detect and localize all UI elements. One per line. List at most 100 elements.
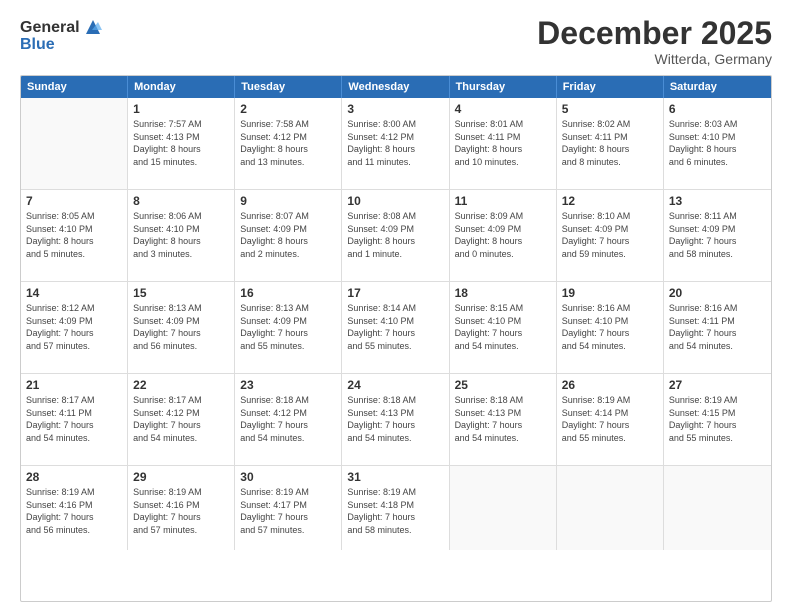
day-cell-23: 23 Sunrise: 8:18 AM Sunset: 4:12 PM Dayli…: [235, 374, 342, 465]
day-number: 15: [133, 286, 229, 300]
logo-icon: [82, 16, 104, 38]
day-cell-18: 18 Sunrise: 8:15 AM Sunset: 4:10 PM Dayli…: [450, 282, 557, 373]
day-cell-24: 24 Sunrise: 8:18 AM Sunset: 4:13 PM Dayli…: [342, 374, 449, 465]
day-number: 25: [455, 378, 551, 392]
day-info: Sunrise: 8:07 AM Sunset: 4:09 PM Dayligh…: [240, 210, 336, 260]
day-number: 17: [347, 286, 443, 300]
day-cell-3: 3 Sunrise: 8:00 AM Sunset: 4:12 PM Daylig…: [342, 98, 449, 189]
day-number: 14: [26, 286, 122, 300]
logo-blue-text: Blue: [20, 36, 104, 54]
day-cell-10: 10Sunrise: 8:08 AM Sunset: 4:09 PM Dayli…: [342, 190, 449, 281]
day-cell-13: 13 Sunrise: 8:11 AM Sunset: 4:09 PM Dayli…: [664, 190, 771, 281]
day-cell-14: 14 Sunrise: 8:12 AM Sunset: 4:09 PM Dayli…: [21, 282, 128, 373]
header: General Blue December 2025 Witterda, Ger…: [20, 16, 772, 67]
day-number: 18: [455, 286, 551, 300]
day-cell-21: 21Sunrise: 8:17 AM Sunset: 4:11 PM Dayli…: [21, 374, 128, 465]
day-number: 9: [240, 194, 336, 208]
day-info: Sunrise: 8:01 AM Sunset: 4:11 PM Dayligh…: [455, 118, 551, 168]
day-info: Sunrise: 8:17 AM Sunset: 4:12 PM Dayligh…: [133, 394, 229, 444]
day-cell-2: 2Sunrise: 7:58 AM Sunset: 4:12 PM Daylig…: [235, 98, 342, 189]
day-info: Sunrise: 8:18 AM Sunset: 4:12 PM Dayligh…: [240, 394, 336, 444]
day-cell-5: 5 Sunrise: 8:02 AM Sunset: 4:11 PM Daylig…: [557, 98, 664, 189]
day-cell-8: 8 Sunrise: 8:06 AM Sunset: 4:10 PM Daylig…: [128, 190, 235, 281]
logo-general-text: General: [20, 19, 80, 37]
day-cell-9: 9 Sunrise: 8:07 AM Sunset: 4:09 PM Daylig…: [235, 190, 342, 281]
day-cell-29: 29 Sunrise: 8:19 AM Sunset: 4:16 PM Dayli…: [128, 466, 235, 550]
empty-cell: [21, 98, 128, 189]
day-number: 4: [455, 102, 551, 116]
day-cell-7: 7Sunrise: 8:05 AM Sunset: 4:10 PM Daylig…: [21, 190, 128, 281]
day-info: Sunrise: 8:13 AM Sunset: 4:09 PM Dayligh…: [240, 302, 336, 352]
empty-cell: [664, 466, 771, 550]
day-number: 31: [347, 470, 443, 484]
day-number: 29: [133, 470, 229, 484]
day-number: 28: [26, 470, 122, 484]
day-number: 19: [562, 286, 658, 300]
day-cell-26: 26 Sunrise: 8:19 AM Sunset: 4:14 PM Dayli…: [557, 374, 664, 465]
day-number: 30: [240, 470, 336, 484]
day-cell-12: 12Sunrise: 8:10 AM Sunset: 4:09 PM Dayli…: [557, 190, 664, 281]
day-number: 8: [133, 194, 229, 208]
calendar-body: 1Sunrise: 7:57 AM Sunset: 4:13 PM Daylig…: [21, 98, 771, 550]
page-container: General Blue December 2025 Witterda, Ger…: [0, 0, 792, 612]
day-info: Sunrise: 8:18 AM Sunset: 4:13 PM Dayligh…: [347, 394, 443, 444]
day-number: 12: [562, 194, 658, 208]
day-info: Sunrise: 8:15 AM Sunset: 4:10 PM Dayligh…: [455, 302, 551, 352]
day-number: 3: [347, 102, 443, 116]
day-info: Sunrise: 8:11 AM Sunset: 4:09 PM Dayligh…: [669, 210, 766, 260]
calendar-header: SundayMondayTuesdayWednesdayThursdayFrid…: [21, 76, 771, 98]
header-day-sunday: Sunday: [21, 76, 128, 98]
day-cell-15: 15 Sunrise: 8:13 AM Sunset: 4:09 PM Dayli…: [128, 282, 235, 373]
day-info: Sunrise: 7:57 AM Sunset: 4:13 PM Dayligh…: [133, 118, 229, 168]
day-info: Sunrise: 8:19 AM Sunset: 4:17 PM Dayligh…: [240, 486, 336, 536]
calendar-week-5: 28 Sunrise: 8:19 AM Sunset: 4:16 PM Dayli…: [21, 466, 771, 550]
day-number: 2: [240, 102, 336, 116]
day-cell-27: 27 Sunrise: 8:19 AM Sunset: 4:15 PM Dayli…: [664, 374, 771, 465]
day-number: 10: [347, 194, 443, 208]
day-info: Sunrise: 8:19 AM Sunset: 4:18 PM Dayligh…: [347, 486, 443, 536]
day-number: 7: [26, 194, 122, 208]
day-cell-20: 20 Sunrise: 8:16 AM Sunset: 4:11 PM Dayli…: [664, 282, 771, 373]
day-info: Sunrise: 8:19 AM Sunset: 4:14 PM Dayligh…: [562, 394, 658, 444]
day-cell-4: 4 Sunrise: 8:01 AM Sunset: 4:11 PM Daylig…: [450, 98, 557, 189]
day-info: Sunrise: 8:02 AM Sunset: 4:11 PM Dayligh…: [562, 118, 658, 168]
day-info: Sunrise: 8:12 AM Sunset: 4:09 PM Dayligh…: [26, 302, 122, 352]
empty-cell: [557, 466, 664, 550]
day-info: Sunrise: 8:06 AM Sunset: 4:10 PM Dayligh…: [133, 210, 229, 260]
day-number: 11: [455, 194, 551, 208]
day-number: 20: [669, 286, 766, 300]
day-cell-17: 17Sunrise: 8:14 AM Sunset: 4:10 PM Dayli…: [342, 282, 449, 373]
day-number: 26: [562, 378, 658, 392]
month-title: December 2025: [537, 16, 772, 51]
day-cell-30: 30 Sunrise: 8:19 AM Sunset: 4:17 PM Dayli…: [235, 466, 342, 550]
day-info: Sunrise: 8:16 AM Sunset: 4:11 PM Dayligh…: [669, 302, 766, 352]
day-cell-31: 31 Sunrise: 8:19 AM Sunset: 4:18 PM Dayli…: [342, 466, 449, 550]
day-cell-11: 11 Sunrise: 8:09 AM Sunset: 4:09 PM Dayli…: [450, 190, 557, 281]
day-number: 16: [240, 286, 336, 300]
header-day-friday: Friday: [557, 76, 664, 98]
day-number: 6: [669, 102, 766, 116]
day-info: Sunrise: 8:00 AM Sunset: 4:12 PM Dayligh…: [347, 118, 443, 168]
day-cell-19: 19Sunrise: 8:16 AM Sunset: 4:10 PM Dayli…: [557, 282, 664, 373]
title-block: December 2025 Witterda, Germany: [537, 16, 772, 67]
calendar-week-4: 21Sunrise: 8:17 AM Sunset: 4:11 PM Dayli…: [21, 374, 771, 466]
calendar-week-1: 1Sunrise: 7:57 AM Sunset: 4:13 PM Daylig…: [21, 98, 771, 190]
day-number: 5: [562, 102, 658, 116]
header-day-monday: Monday: [128, 76, 235, 98]
day-number: 27: [669, 378, 766, 392]
day-info: Sunrise: 8:09 AM Sunset: 4:09 PM Dayligh…: [455, 210, 551, 260]
day-cell-16: 16 Sunrise: 8:13 AM Sunset: 4:09 PM Dayli…: [235, 282, 342, 373]
day-cell-25: 25 Sunrise: 8:18 AM Sunset: 4:13 PM Dayli…: [450, 374, 557, 465]
day-number: 23: [240, 378, 336, 392]
logo: General Blue: [20, 16, 104, 54]
day-number: 24: [347, 378, 443, 392]
day-info: Sunrise: 8:18 AM Sunset: 4:13 PM Dayligh…: [455, 394, 551, 444]
day-info: Sunrise: 8:13 AM Sunset: 4:09 PM Dayligh…: [133, 302, 229, 352]
day-info: Sunrise: 8:19 AM Sunset: 4:15 PM Dayligh…: [669, 394, 766, 444]
header-day-wednesday: Wednesday: [342, 76, 449, 98]
day-cell-6: 6Sunrise: 8:03 AM Sunset: 4:10 PM Daylig…: [664, 98, 771, 189]
day-cell-22: 22Sunrise: 8:17 AM Sunset: 4:12 PM Dayli…: [128, 374, 235, 465]
calendar-week-3: 14 Sunrise: 8:12 AM Sunset: 4:09 PM Dayli…: [21, 282, 771, 374]
day-number: 13: [669, 194, 766, 208]
day-info: Sunrise: 8:19 AM Sunset: 4:16 PM Dayligh…: [133, 486, 229, 536]
